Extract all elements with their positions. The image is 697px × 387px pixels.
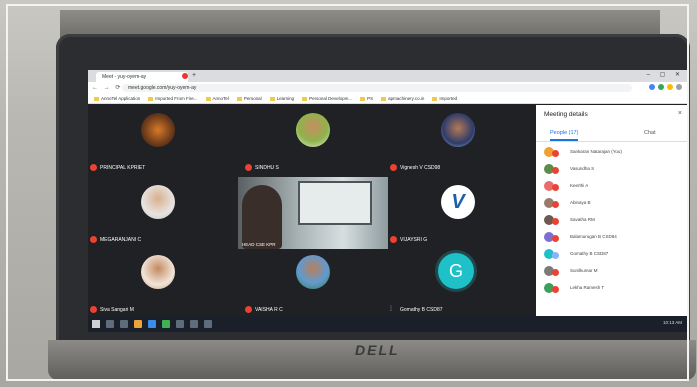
image-border bbox=[6, 4, 689, 381]
photo: DELL Meet - yuy-oyem-ay + – ▢ ✕ ← → ⟳ me… bbox=[0, 0, 697, 387]
